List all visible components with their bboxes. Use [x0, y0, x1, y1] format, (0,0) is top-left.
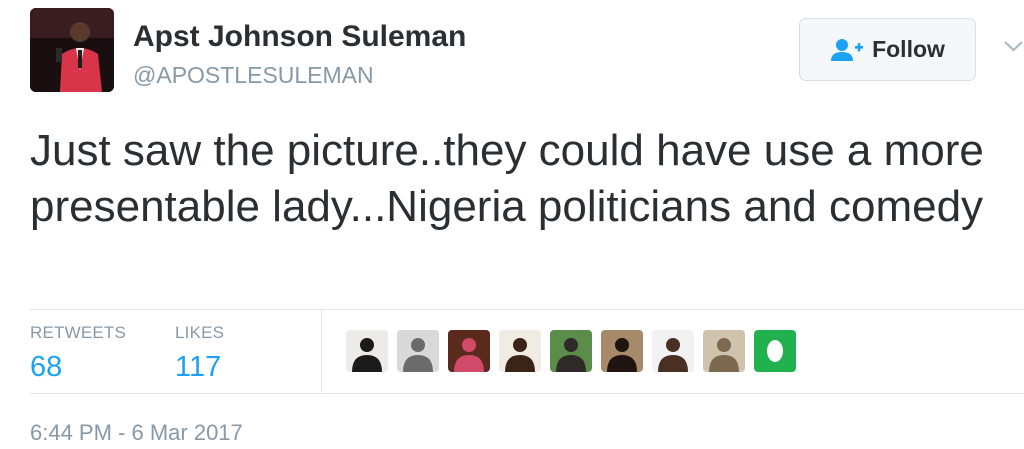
liker-avatar[interactable] [601, 330, 643, 372]
profile-avatar[interactable] [30, 8, 114, 92]
retweets-stat[interactable]: RETWEETS 68 [30, 323, 126, 384]
liker-avatar[interactable] [703, 330, 745, 372]
liker-avatar[interactable] [550, 330, 592, 372]
likes-count[interactable]: 117 [175, 351, 224, 384]
follow-button[interactable]: Follow [799, 18, 976, 81]
display-name[interactable]: Apst Johnson Suleman [133, 20, 466, 54]
chevron-down-icon[interactable] [1003, 38, 1024, 56]
stats-top-divider [30, 309, 1024, 310]
retweets-label: RETWEETS [30, 323, 127, 342]
avatar-image [30, 8, 114, 92]
liker-avatar[interactable] [346, 330, 388, 372]
liker-avatar[interactable] [499, 330, 541, 372]
liker-avatar[interactable] [652, 330, 694, 372]
follow-user-icon [830, 37, 864, 63]
stats-bottom-divider [30, 393, 1024, 394]
tweet-timestamp[interactable]: 6:44 PM - 6 Mar 2017 [30, 420, 243, 446]
follow-label: Follow [872, 36, 945, 62]
likes-label: LIKES [175, 323, 225, 342]
stats-vertical-divider [321, 309, 322, 393]
tweet-text: Just saw the picture..they could have us… [30, 126, 984, 231]
liker-avatar[interactable] [754, 330, 796, 372]
liker-avatar[interactable] [448, 330, 490, 372]
user-handle[interactable]: @APOSTLESULEMAN [133, 62, 374, 89]
likes-stat[interactable]: LIKES 117 [175, 323, 224, 384]
retweets-count[interactable]: 68 [30, 351, 126, 384]
liker-avatar[interactable] [397, 330, 439, 372]
liker-avatars [346, 330, 805, 372]
